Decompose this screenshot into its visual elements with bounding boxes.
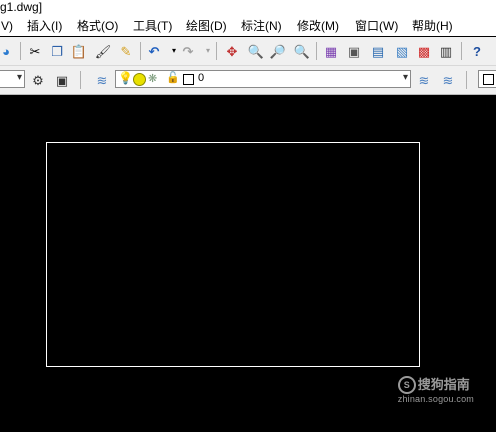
drawing-canvas[interactable]: S 搜狗指南 zhinan.sogou.com: [0, 95, 496, 432]
drawn-rectangle[interactable]: [46, 142, 420, 367]
window-title: g1.dwg]: [0, 0, 43, 14]
menu-draw[interactable]: 绘图(D): [185, 18, 228, 34]
redo-icon[interactable]: ↷: [178, 41, 198, 61]
help-icon[interactable]: ?: [467, 41, 487, 61]
paste-icon[interactable]: 📋: [69, 41, 89, 61]
quickcalc-icon[interactable]: ▥: [436, 41, 456, 61]
copy-icon[interactable]: ❐: [47, 41, 67, 61]
workspace-combo[interactable]: ▾: [0, 70, 25, 88]
color-swatch: [483, 74, 494, 85]
layer-previous-icon[interactable]: ≋: [438, 70, 458, 90]
workspace-settings-icon[interactable]: ⚙: [28, 70, 48, 90]
watermark-main: S 搜狗指南: [397, 376, 474, 394]
menu-help[interactable]: 帮助(H): [411, 18, 454, 34]
menu-format[interactable]: 格式(O): [76, 18, 119, 34]
chevron-down-icon: ▾: [402, 72, 408, 83]
separator: [80, 71, 81, 89]
cut-icon[interactable]: ✂: [25, 41, 45, 61]
separator: [466, 71, 467, 89]
freeze-viewport-icon: ❋: [148, 73, 158, 85]
zoom-previous-icon[interactable]: 🔍: [292, 41, 312, 61]
sun-icon: [133, 73, 146, 86]
my-workspace-icon[interactable]: ▣: [52, 70, 72, 90]
pan-icon[interactable]: ✥: [222, 41, 242, 61]
zoom-realtime-icon[interactable]: 🔍: [246, 41, 266, 61]
separator: [316, 42, 317, 60]
menu-view[interactable]: V): [0, 18, 14, 34]
watermark-sub: zhinan.sogou.com: [397, 394, 474, 404]
chevron-down-icon: ▾: [16, 72, 22, 83]
menu-window[interactable]: 窗口(W): [354, 18, 399, 34]
layer-name: 0: [198, 72, 205, 84]
watermark-main-text: 搜狗指南: [417, 377, 470, 392]
sogou-logo-icon: S: [397, 376, 416, 394]
redo-dropdown-icon[interactable]: ▾: [198, 41, 218, 61]
menu-dimension[interactable]: 标注(N): [240, 18, 283, 34]
tool-palettes-icon[interactable]: ▤: [368, 41, 388, 61]
separator: [461, 42, 462, 60]
menu-insert[interactable]: 插入(I): [26, 18, 63, 34]
markup-set-manager-icon[interactable]: ▩: [414, 41, 434, 61]
menu-tools[interactable]: 工具(T): [132, 18, 173, 34]
color-combo[interactable]: [478, 70, 496, 88]
separator: [216, 42, 217, 60]
title-bar: g1.dwg]: [0, 0, 496, 16]
standard-toolbar: ◕ ✂ ❐ 📋 🖌 ✎ ↶ ▾ ↷ ▾ ✥ 🔍 🔎 🔍 ▦ ▣ ▤ ▧ ▩ ▥ …: [0, 37, 496, 66]
design-center-icon[interactable]: ▣: [344, 41, 364, 61]
make-current-layer-icon[interactable]: ≋: [414, 70, 434, 90]
publish-icon[interactable]: ◕: [0, 41, 16, 61]
match-properties-icon[interactable]: 🖌: [93, 41, 113, 61]
zoom-window-icon[interactable]: 🔎: [268, 41, 288, 61]
undo-icon[interactable]: ↶: [144, 41, 164, 61]
menu-bar: V) 插入(I) 格式(O) 工具(T) 绘图(D) 标注(N) 修改(M) 窗…: [0, 16, 496, 36]
lock-icon: 🔓: [166, 72, 180, 84]
lightbulb-icon: 💡: [118, 71, 133, 85]
layer-color-swatch: [183, 74, 194, 85]
layer-properties-icon[interactable]: ≋: [92, 70, 112, 90]
separator: [20, 42, 21, 60]
layer-combo[interactable]: 💡 ❋ 🔓 0 ▾: [115, 70, 411, 88]
layers-toolbar: ▾ ⚙ ▣ ≋ 💡 ❋ 🔓 0 ▾ ≋ ≋: [0, 66, 496, 95]
watermark: S 搜狗指南 zhinan.sogou.com: [397, 376, 474, 404]
properties-icon[interactable]: ▦: [321, 41, 341, 61]
separator: [140, 42, 141, 60]
sheet-set-manager-icon[interactable]: ▧: [392, 41, 412, 61]
menu-modify[interactable]: 修改(M): [296, 18, 340, 34]
block-editor-icon[interactable]: ✎: [116, 41, 136, 61]
